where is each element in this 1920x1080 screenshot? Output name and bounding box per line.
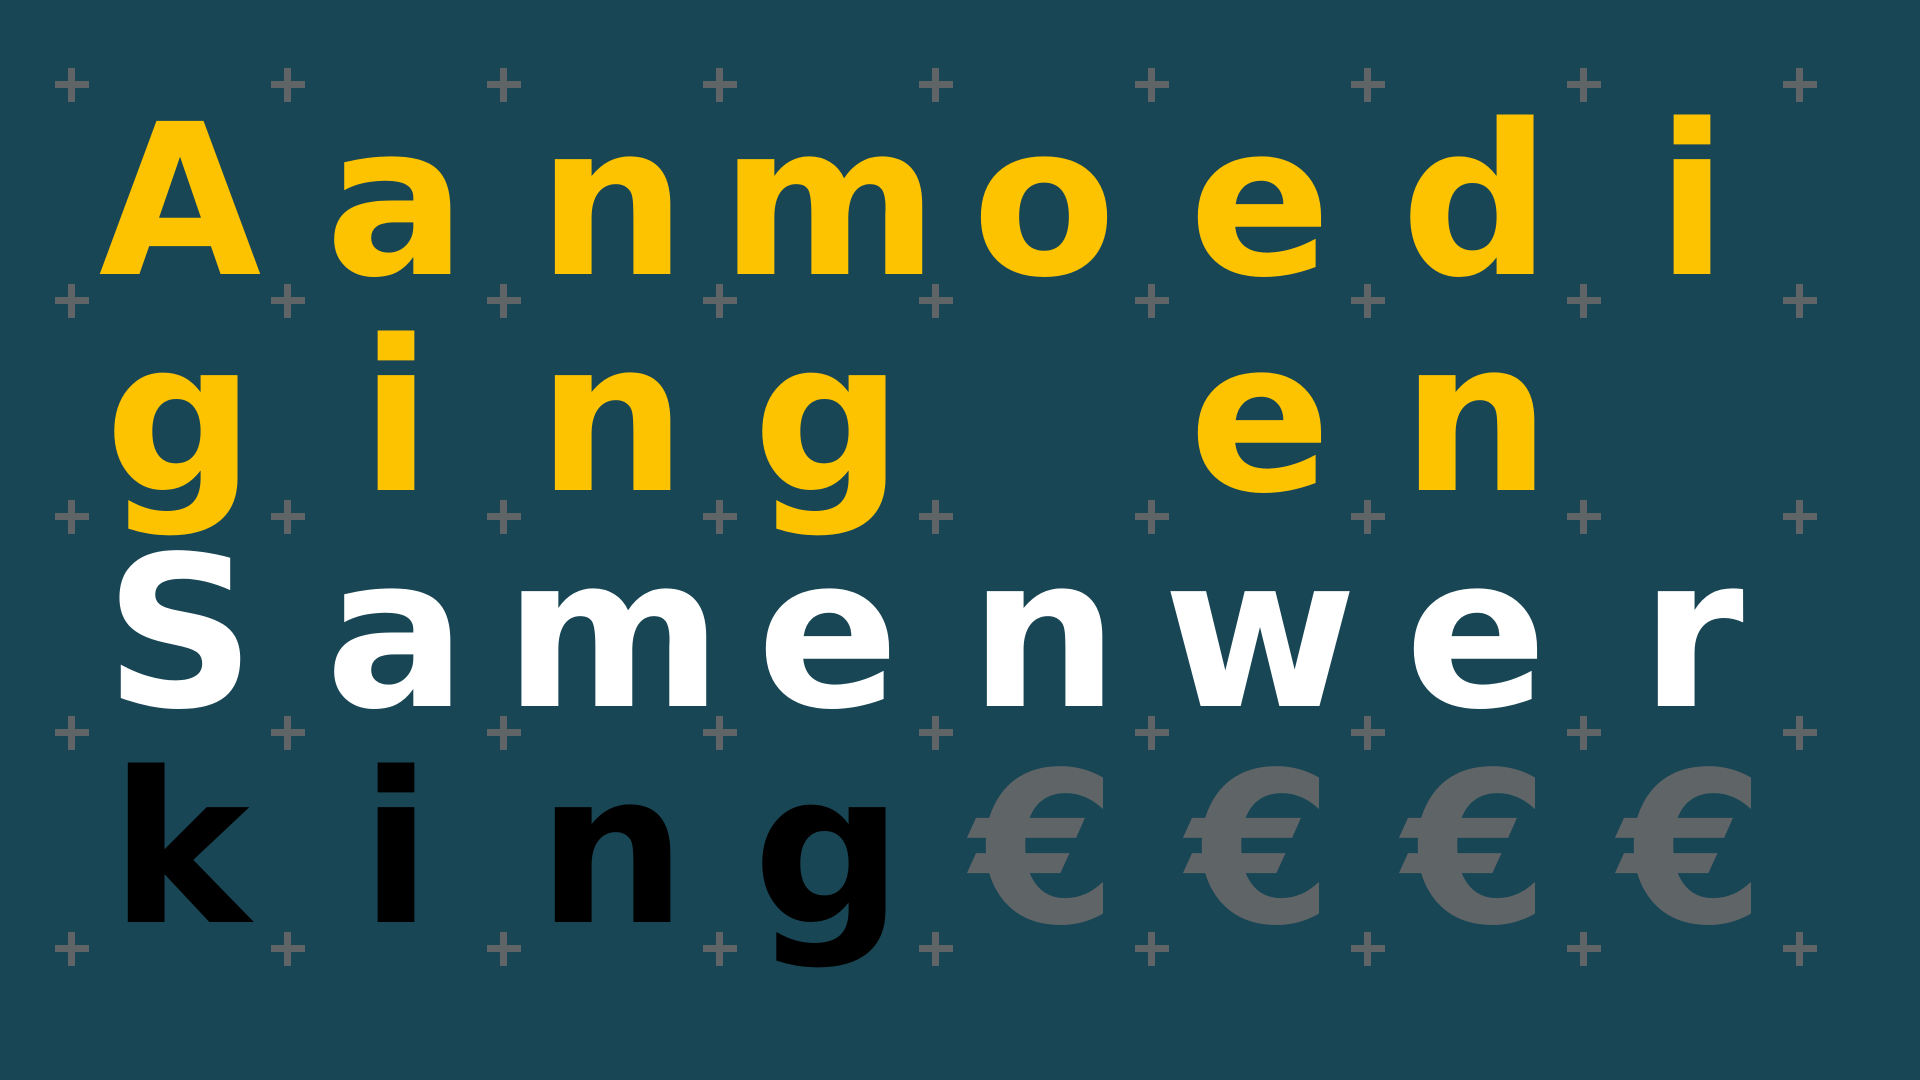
euro-glyph: € [1402,727,1550,972]
letter-glyph: e [756,511,900,756]
euro-glyph: € [1186,727,1334,972]
letter-glyph: A [98,79,262,324]
letter-glyph: i [360,295,432,540]
letter-glyph: n [537,295,687,540]
letter-glyph: e [1404,511,1548,756]
letter-glyph: i [1656,79,1728,324]
letter-glyph: m [720,79,939,324]
letter-glyph: a [325,79,467,324]
letter-glyph: m [504,511,723,756]
letter-glyph: g [752,295,904,540]
letter-glyph: o [971,79,1117,324]
letter-glyph: d [1400,79,1552,324]
letter-glyph: S [104,511,256,756]
letter-glyph: n [537,79,687,324]
letter-glyph: i [360,727,432,972]
letter-glyph: g [104,295,256,540]
letter-glyph: n [537,727,687,972]
letter-glyph: n [1401,295,1551,540]
euro-glyph: € [970,727,1118,972]
letter-glyph: e [1188,295,1332,540]
letter-grid-canvas: Aa n m o e d i g i n g e n Sa m e n w e r k i n g € € € € [0,0,1920,1080]
letter-glyph: a [325,511,467,756]
letter-glyph: e [1188,79,1332,324]
letter-glyph: k [110,727,250,972]
letter-glyph: r [1640,511,1744,756]
letter-grid: Aa n m o e d i g i n g e n Sa m e n w e r k i n g € € € € [0,0,1920,1080]
euro-glyph: € [1618,727,1766,972]
letter-glyph: g [752,727,904,972]
letter-glyph: n [969,511,1119,756]
letter-glyph: w [1162,511,1357,756]
